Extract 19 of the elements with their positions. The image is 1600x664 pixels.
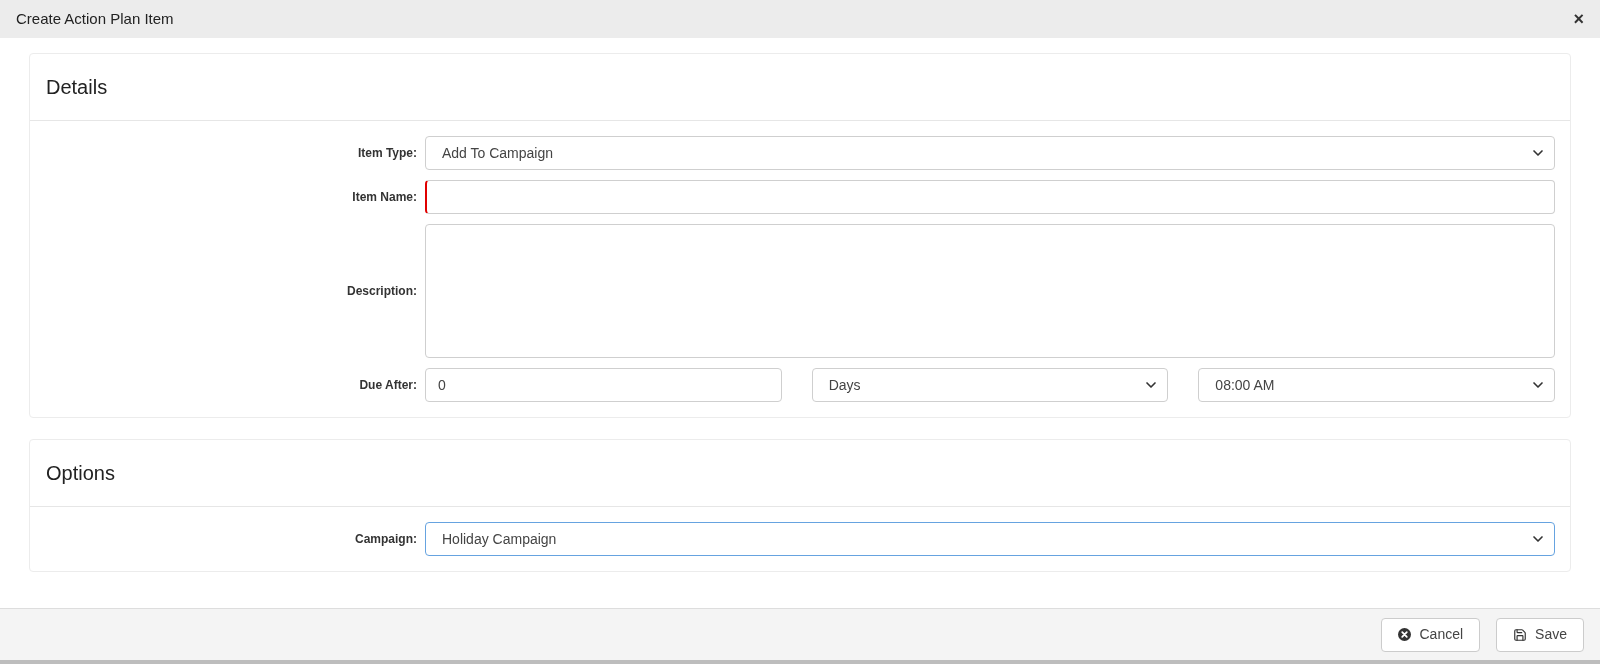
select-field[interactable]: Add To Campaign — [425, 136, 1555, 170]
section-title: Options — [46, 461, 115, 486]
input-field[interactable]: 0 — [425, 368, 782, 402]
field-label: Description: — [346, 283, 418, 300]
select-field[interactable]: Days — [811, 368, 1169, 402]
input-field[interactable] — [425, 180, 1555, 214]
section-title: Details — [46, 75, 108, 100]
textarea-field[interactable] — [425, 224, 1555, 358]
save-button[interactable]: Save — [1496, 617, 1584, 652]
select-field[interactable]: Holiday Campaign — [425, 522, 1555, 556]
field-label: Campaign: — [354, 531, 418, 548]
cancel-icon — [1398, 628, 1412, 641]
select-field[interactable]: 08:00 AM — [1198, 368, 1555, 402]
cancel-button[interactable]: Cancel — [1381, 617, 1481, 652]
field-label: Item Name: — [351, 189, 418, 206]
field-label: Due After: — [358, 377, 418, 394]
close-button[interactable]: × — [1573, 10, 1584, 28]
window-title: Create Action Plan Item — [16, 8, 174, 29]
field-label: Item Type: — [356, 145, 418, 162]
